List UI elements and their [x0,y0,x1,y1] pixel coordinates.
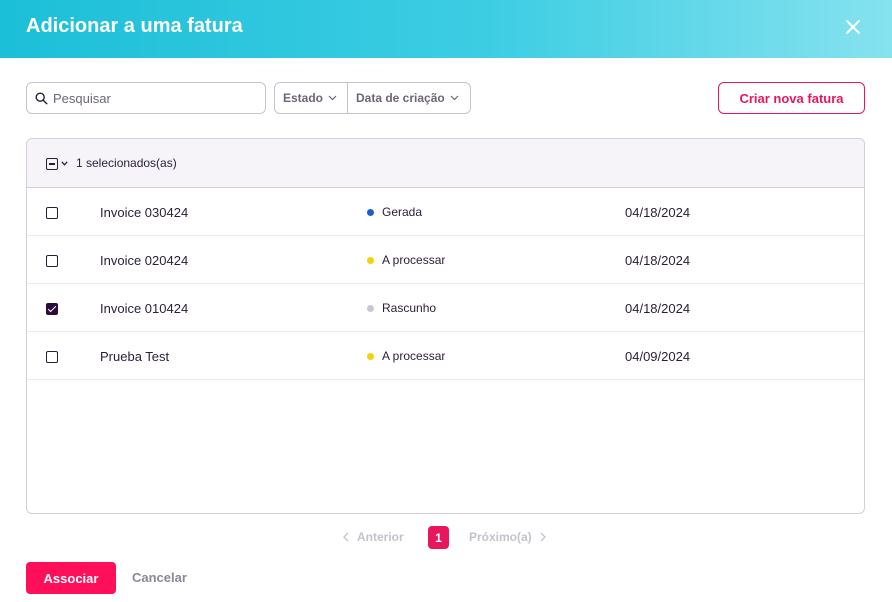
filter-estado-label: Estado [283,91,324,105]
invoice-date: 04/18/2024 [625,301,691,316]
modal-header: Adicionar a uma fatura [0,0,892,58]
previous-page-button[interactable]: Anterior [343,530,404,544]
table-row[interactable]: Invoice 030424 Gerada 04/18/2024 [27,188,864,236]
status-label: A processar [382,253,446,267]
previous-page-label: Anterior [357,530,404,544]
status-label: Gerada [382,205,423,219]
invoice-table: 1 selecionados(as) Invoice 030424 Gerada… [26,138,865,514]
row-checkbox[interactable] [46,255,58,267]
status-label: A processar [382,349,446,363]
bulk-select-checkbox[interactable] [46,158,58,170]
next-page-button[interactable]: Próximo(a) [469,530,546,544]
create-invoice-button[interactable]: Criar nova fatura [718,82,865,114]
status-dot-icon [367,352,374,360]
status-cell: A processar [367,253,445,267]
page-1-button[interactable]: 1 [428,526,449,549]
table-row[interactable]: Invoice 020424 A processar 04/18/2024 [27,236,864,284]
selected-count: 1 selecionados(as) [76,156,177,170]
filter-data-criacao-label: Data de criação [356,91,445,105]
chevron-right-icon [540,532,546,542]
associate-button[interactable]: Associar [26,562,116,594]
modal-title: Adicionar a uma fatura [26,15,243,37]
status-dot-icon [367,304,374,312]
invoice-name: Invoice 030424 [100,205,189,220]
search-box [26,82,266,114]
table-row[interactable]: Prueba Test A processar 04/09/2024 [27,332,864,380]
close-icon[interactable] [841,15,865,39]
status-dot-icon [367,208,374,216]
invoice-name: Prueba Test [100,349,170,364]
table-row[interactable]: Invoice 010424 Rascunho 04/18/2024 [27,284,864,332]
status-cell: Rascunho [367,301,436,315]
status-dot-icon [367,256,374,264]
table-header: 1 selecionados(as) [27,139,864,188]
invoice-name: Invoice 010424 [100,301,189,316]
chevron-down-icon [328,95,337,101]
row-checkbox[interactable] [46,303,58,315]
invoice-name: Invoice 020424 [100,253,189,268]
invoice-date: 04/18/2024 [625,205,691,220]
status-cell: A processar [367,349,445,363]
row-checkbox[interactable] [46,207,58,219]
chevron-left-icon [343,532,349,542]
row-checkbox[interactable] [46,351,58,363]
search-input[interactable] [53,83,258,113]
filter-group: Estado Data de criação [274,82,471,114]
filter-data-criacao[interactable]: Data de criação [348,83,467,113]
chevron-down-icon[interactable] [61,161,68,166]
search-icon [35,92,48,105]
next-page-label: Próximo(a) [469,530,532,544]
chevron-down-icon [450,95,459,101]
invoice-date: 04/09/2024 [625,349,691,364]
filter-estado[interactable]: Estado [275,83,348,113]
status-label: Rascunho [382,301,437,315]
cancel-button[interactable]: Cancelar [132,570,187,585]
pagination: Anterior 1 Próximo(a) [0,526,892,550]
status-cell: Gerada [367,205,422,219]
invoice-date: 04/18/2024 [625,253,691,268]
